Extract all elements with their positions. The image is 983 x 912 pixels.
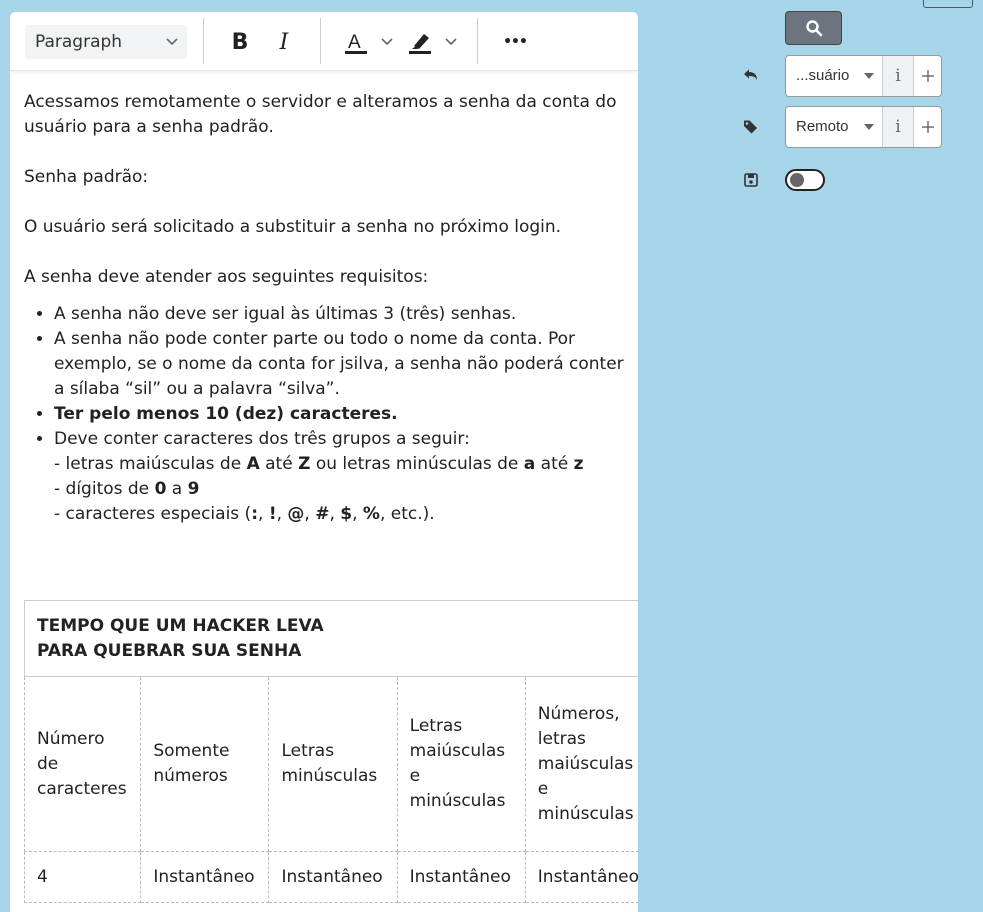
highlighter-icon [409,34,457,54]
editor-toolbar: Paragraph B I A ••• [10,12,638,71]
info-button[interactable]: i [882,56,913,96]
table-header-cell: Letras minúsculas [268,676,398,852]
requester-select-group: ...suário i [785,55,942,97]
reply-icon [744,69,757,80]
table-header-row: Número de caracteres Somente números Letras… [23,676,638,852]
editor-content[interactable]: Acessamos remotamente o servidor e alter… [24,90,634,527]
tag-select-group: Remoto i [785,106,942,148]
list-item: A senha não deve ser igual às últimas 3 … [54,302,634,327]
plus-icon [921,70,934,82]
add-button[interactable] [913,56,941,96]
highlight-color-button[interactable] [406,25,462,59]
chevron-down-icon [166,38,178,46]
italic-button[interactable]: I [272,25,296,59]
password-crack-table: TEMPO QUE UM HACKER LEVA PARA QUEBRAR SUA… [23,600,638,903]
table-cell: 4 [23,851,142,903]
table-cell: Instantâneo [524,851,638,903]
table-row: 4 Instantâneo Instantâneo Instantâneo In… [23,851,638,903]
save-toggle[interactable] [785,169,825,191]
add-button[interactable] [913,107,941,147]
tag-select[interactable]: Remoto [786,107,882,147]
rich-text-editor: Paragraph B I A ••• Acessamos remotament [10,12,638,912]
list-item: Deve conter caracteres dos três grupos a… [54,427,634,527]
paragraph: O usuário será solicitado a substituir a… [24,217,562,237]
paragraph: Senha padrão: [24,167,149,187]
sub-line-special: - caracteres especiais (:, !, @, #, $, %… [54,504,435,524]
list-item: Ter pelo menos 10 (dez) caracteres. [54,402,634,427]
list-item: A senha não pode conter parte ou todo o … [54,327,634,402]
sub-line-digits: - dígitos de 0 a 9 [54,479,200,499]
toolbar-divider [203,18,204,64]
list-item-text: Deve conter caracteres dos três grupos a… [54,429,470,449]
requester-select[interactable]: ...suário [786,56,882,96]
bold-text: Ter pelo menos 10 (dez) caracteres. [54,404,398,424]
more-options-button[interactable]: ••• [500,25,530,59]
table-cell: Instantâneo [268,851,398,903]
bold-button[interactable]: B [228,25,252,59]
toggle-knob [790,173,804,187]
search-button[interactable] [785,11,842,45]
info-button[interactable]: i [882,107,913,147]
toolbar-divider [477,18,478,64]
caret-down-icon [864,124,874,130]
text-color-icon: A [345,32,393,54]
sub-line-letters: - letras maiúsculas de A até Z ou letras… [54,454,584,474]
table-header-cell: Números, letras maiúsculas e minúsculas [524,676,638,852]
paragraph: A senha deve atender aos seguintes requi… [24,267,429,287]
caret-down-icon [864,73,874,79]
requirements-list: A senha não deve ser igual às últimas 3 … [24,302,634,527]
text-color-button[interactable]: A [342,25,398,59]
corner-control[interactable] [923,0,973,8]
save-icon [744,173,758,187]
table-cell: Instantâneo [396,851,526,903]
table-header-cell: Número de caracteres [23,676,142,852]
tag-icon [744,120,757,134]
table-header-cell: Letras maiúsculas e minúsculas [396,676,526,852]
svg-text:A: A [348,32,361,53]
paragraph: Acessamos remotamente o servidor e alter… [24,92,617,137]
plus-icon [921,121,934,133]
table-header-cell: Somente números [140,676,270,852]
table-title: TEMPO QUE UM HACKER LEVA PARA QUEBRAR SUA… [24,600,638,677]
search-icon [805,20,822,37]
paragraph-style-label: Paragraph [35,32,123,52]
table-cell: Instantâneo [140,851,270,903]
paragraph-style-select[interactable]: Paragraph [25,25,187,59]
toolbar-divider [320,18,321,64]
